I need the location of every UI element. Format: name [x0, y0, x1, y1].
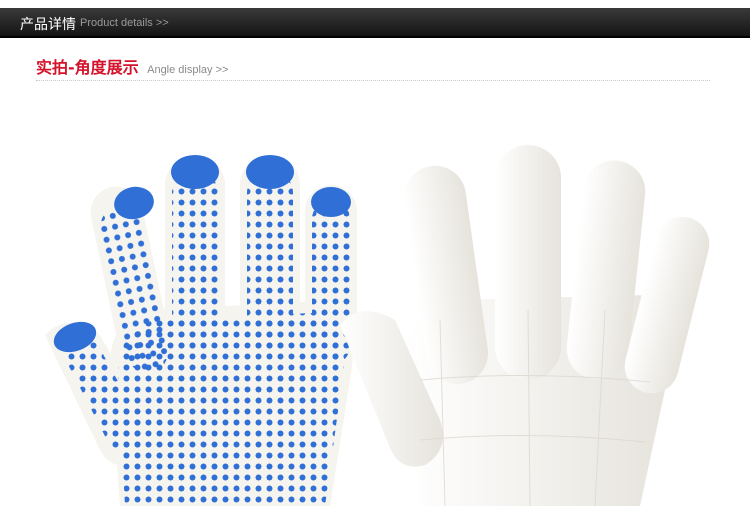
dotted-glove	[45, 155, 357, 506]
product-details-subtitle: Product details >>	[80, 17, 169, 29]
white-glove	[340, 145, 710, 507]
section-divider	[36, 80, 710, 81]
gloves-photo	[0, 120, 750, 507]
angle-display-heading: 实拍-角度展示 Angle display >>	[36, 54, 228, 78]
product-details-bar: 产品详情 Product details >>	[0, 8, 750, 38]
angle-display-subtitle: Angle display >>	[147, 64, 229, 76]
angle-display-title: 实拍-角度展示	[36, 58, 139, 77]
gloves-illustration	[45, 145, 710, 507]
product-details-title: 产品详情	[20, 17, 76, 33]
